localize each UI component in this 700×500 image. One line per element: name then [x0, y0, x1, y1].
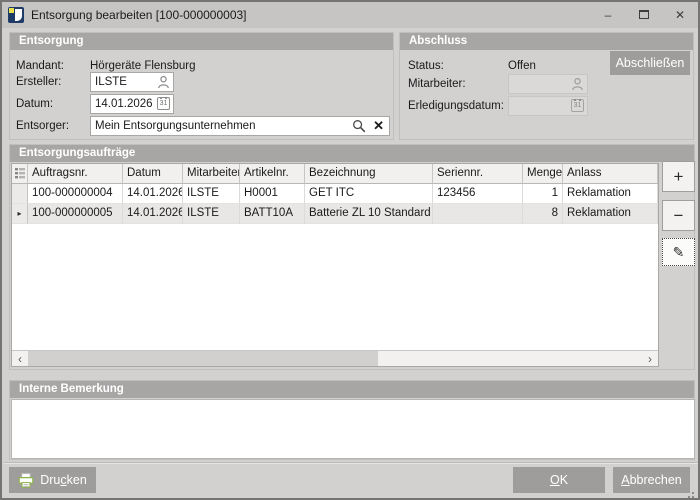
person-icon — [571, 77, 584, 91]
cell-seriennr — [433, 204, 523, 224]
app-icon — [8, 7, 24, 23]
drucken-button[interactable]: Drucken — [9, 467, 96, 493]
cell-bezeichnung: GET ITC — [305, 184, 433, 204]
minimize-button[interactable]: – — [590, 2, 626, 28]
table-row[interactable]: ▸ 100-000000005 14.01.2026 ILSTE BATT10A… — [12, 204, 658, 224]
abbrechen-button[interactable]: Abbrechen — [613, 467, 690, 493]
cell-artikelnr: H0001 — [240, 184, 305, 204]
group-abschluss-header: Abschluss — [400, 33, 693, 50]
status-label: Status: — [408, 58, 444, 74]
mitarbeiter-field — [508, 74, 588, 94]
horizontal-scrollbar[interactable]: ‹ › — [12, 350, 658, 366]
titlebar-controls: – ✕ — [590, 2, 698, 28]
plus-icon: + — [674, 167, 684, 186]
group-bemerkung: Interne Bemerkung — [9, 380, 695, 460]
column-header-seriennr[interactable]: Seriennr. — [433, 164, 523, 184]
orders-grid: Auftragsnr. Datum Mitarbeiter Artikelnr.… — [11, 163, 659, 367]
cell-bezeichnung: Batterie ZL 10 Standard — [305, 204, 433, 224]
maximize-icon — [639, 10, 649, 19]
column-header-menge[interactable]: Menge — [523, 164, 563, 184]
cell-auftragsnr: 100-000000004 — [28, 184, 123, 204]
grid-header-row: Auftragsnr. Datum Mitarbeiter Artikelnr.… — [12, 164, 658, 184]
erledigungsdatum-label: Erledigungsdatum: — [408, 98, 504, 114]
printer-icon — [18, 473, 34, 488]
group-auftraege: Entsorgungsaufträge Auftragsnr. Datum Mi… — [9, 144, 695, 370]
cell-mitarbeiter: ILSTE — [183, 204, 240, 224]
scrollbar-thumb[interactable] — [28, 351, 378, 366]
drucken-label: Drucken — [40, 473, 87, 487]
pencil-icon: ✎ — [673, 244, 685, 260]
table-row[interactable]: 100-000000004 14.01.2026 ILSTE H0001 GET… — [12, 184, 658, 204]
group-entsorgung-header: Entsorgung — [10, 33, 393, 50]
scroll-left-icon[interactable]: ‹ — [12, 351, 28, 366]
datum-field: 31 — [90, 94, 174, 114]
ersteller-label: Ersteller: — [16, 74, 61, 90]
abbrechen-label: Abbrechen — [621, 473, 681, 487]
group-bemerkung-header: Interne Bemerkung — [10, 381, 694, 398]
entsorger-label: Entsorger: — [16, 118, 69, 134]
minus-icon: − — [674, 206, 684, 225]
cell-seriennr: 123456 — [433, 184, 523, 204]
row-marker — [12, 184, 28, 204]
column-header-artikelnr[interactable]: Artikelnr. — [240, 164, 305, 184]
table-rows-icon — [15, 168, 25, 179]
column-header-datum[interactable]: Datum — [123, 164, 183, 184]
calendar-icon: 31 — [571, 99, 584, 112]
app-icon-fold — [15, 9, 22, 21]
cell-anlass: Reklamation — [563, 204, 658, 224]
edit-row-button[interactable]: ✎ — [662, 238, 695, 266]
cell-anlass: Reklamation — [563, 184, 658, 204]
scroll-right-icon[interactable]: › — [642, 351, 658, 366]
cell-menge: 8 — [523, 204, 563, 224]
scrollbar-track[interactable] — [28, 351, 642, 366]
grid-corner-cell — [12, 164, 28, 184]
group-abschluss: Abschluss Status: Offen Abschließen Mita… — [399, 32, 694, 140]
row-marker: ▸ — [12, 204, 28, 224]
calendar-icon[interactable]: 31 — [157, 97, 170, 110]
ok-button[interactable]: OK — [513, 467, 605, 493]
cell-datum: 14.01.2026 — [123, 204, 183, 224]
titlebar: Entsorgung bearbeiten [100-000000003] – … — [2, 2, 698, 28]
column-header-bezeichnung[interactable]: Bezeichnung — [305, 164, 433, 184]
clear-icon[interactable]: ✕ — [373, 119, 384, 133]
cell-mitarbeiter: ILSTE — [183, 184, 240, 204]
bemerkung-textarea[interactable] — [11, 399, 695, 459]
mitarbeiter-label: Mitarbeiter: — [408, 76, 466, 92]
remove-row-button[interactable]: − — [662, 200, 695, 231]
column-header-mitarbeiter[interactable]: Mitarbeiter — [183, 164, 240, 184]
maximize-button[interactable] — [626, 2, 662, 28]
resize-grip[interactable] — [692, 492, 694, 494]
erledigungsdatum-field: 31 — [508, 96, 588, 116]
cell-auftragsnr: 100-000000005 — [28, 204, 123, 224]
footer-separator — [4, 462, 698, 464]
close-icon: ✕ — [675, 8, 685, 22]
ersteller-field — [90, 72, 174, 92]
minimize-icon: – — [605, 8, 612, 22]
group-entsorgung: Entsorgung Mandant: Hörgeräte Flensburg … — [9, 32, 394, 140]
entsorger-field: ✕ — [90, 116, 390, 136]
mandant-label: Mandant: — [16, 58, 64, 74]
dialog-window: Entsorgung bearbeiten [100-000000003] – … — [0, 0, 700, 500]
add-row-button[interactable]: + — [662, 161, 695, 192]
abschliessen-button[interactable]: Abschließen — [610, 51, 690, 75]
status-value: Offen — [508, 58, 536, 74]
app-icon-dot — [9, 8, 14, 13]
cell-artikelnr: BATT10A — [240, 204, 305, 224]
search-icon[interactable] — [352, 119, 366, 133]
column-header-auftragsnr[interactable]: Auftragsnr. — [28, 164, 123, 184]
close-button[interactable]: ✕ — [662, 2, 698, 28]
column-header-anlass[interactable]: Anlass — [563, 164, 658, 184]
person-icon[interactable] — [157, 75, 170, 89]
window-title: Entsorgung bearbeiten [100-000000003] — [31, 8, 247, 22]
group-auftraege-header: Entsorgungsaufträge — [10, 145, 694, 162]
cell-datum: 14.01.2026 — [123, 184, 183, 204]
entsorger-input[interactable] — [90, 116, 390, 136]
datum-label: Datum: — [16, 96, 53, 112]
ok-label: OK — [550, 473, 568, 487]
cell-menge: 1 — [523, 184, 563, 204]
